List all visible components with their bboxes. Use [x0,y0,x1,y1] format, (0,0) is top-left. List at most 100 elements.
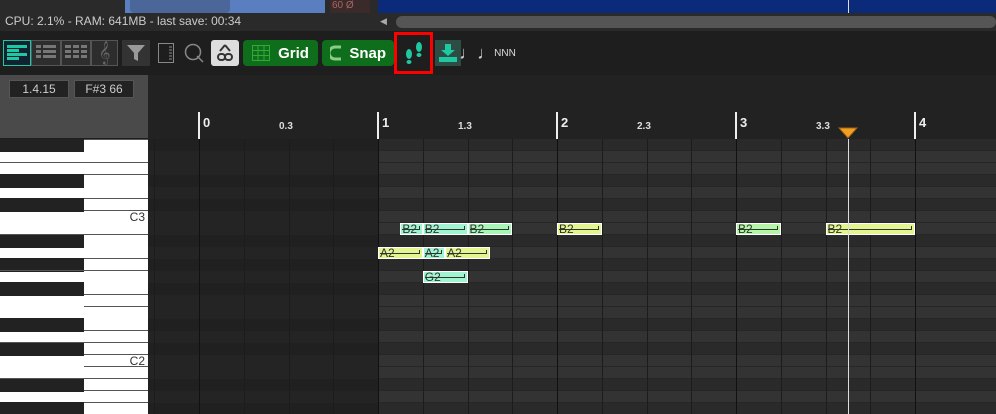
position-field[interactable]: 1.4.15 [9,80,69,98]
note-end [485,250,487,254]
piano-roll-view-button[interactable] [3,40,31,66]
white-key-divider [84,390,148,391]
grid-button[interactable]: Grid [243,40,318,66]
bar-gridline [915,139,916,414]
score-view-button[interactable]: 𝄞 [91,40,118,66]
grid-row-pre [148,283,378,295]
black-key[interactable] [0,139,84,152]
arrangement-clip-inner [130,0,230,13]
beat-gridline [288,139,290,414]
arrangement-region [378,0,996,13]
note[interactable]: G2 [422,271,468,283]
grid-row [378,271,996,283]
track-value: 60 [332,0,344,11]
grid-row [378,355,996,367]
beat-label: 2.3 [637,121,651,132]
grid-row [378,211,996,223]
octave-label: C2 [129,354,145,368]
white-key-divider [0,162,148,163]
note[interactable]: A2 [422,247,446,259]
grid-row [378,403,996,414]
list-view-button[interactable] [31,40,61,66]
piano-keyboard[interactable]: C3 C2 [0,139,148,414]
horizontal-scrollbar[interactable] [396,16,996,28]
note[interactable]: B2 [422,223,468,235]
bar-label: 2 [561,115,569,130]
black-key[interactable] [0,318,84,332]
bar-label: 0 [203,115,211,130]
grid-row-pre [148,223,378,235]
bar-gridline [378,139,379,414]
note-names-label: NNN [494,47,516,59]
beat-label: 1.3 [458,121,472,132]
note-grid[interactable]: B2 B2 B2 B2 B2 B2 A2 A2 A2 G2 [148,139,996,414]
grid-row-pre [148,163,378,175]
panel-icon [158,43,174,63]
black-key[interactable] [0,342,84,356]
mute-icon[interactable]: Ø [346,0,354,11]
grid-icon [65,45,87,58]
note-end [508,226,510,230]
note-end [911,226,912,230]
playhead[interactable] [847,139,849,414]
step-input-button[interactable] [394,32,433,74]
grid-row [378,235,996,247]
note-length-button[interactable]: ♩♩ [459,40,495,66]
note[interactable]: A2 [378,247,423,259]
grid-row-pre [148,403,378,414]
record-to-button[interactable] [435,40,461,66]
white-key-divider [84,139,148,140]
beat-label: 0.3 [279,121,293,132]
scroll-left-icon[interactable]: ◀ [380,16,387,27]
filter-button[interactable] [122,40,150,66]
note[interactable]: B2 [467,223,513,235]
black-key[interactable] [0,234,84,248]
bar-gridline [736,139,737,414]
note[interactable]: B2 [736,223,781,235]
note-label: A2 [447,247,462,259]
piano-roll-icon [7,45,27,60]
note-end [418,226,420,230]
grid-view-button[interactable] [61,40,91,66]
grid-row-pre [148,175,378,187]
bar-line [914,112,916,139]
bar-label: 4 [919,115,927,130]
grid-row-pre [148,139,378,151]
grid-row [378,259,996,271]
note-end [441,250,443,254]
download-tray-icon [439,44,457,62]
note[interactable]: B2 [557,223,602,235]
black-key[interactable] [0,198,84,212]
bar-gridline [557,139,558,414]
panel-button[interactable] [155,40,177,66]
grid-row-pre [148,187,378,199]
black-key[interactable] [0,378,84,392]
beat-gridline [243,139,245,414]
note[interactable]: B2 [825,223,915,235]
grid-row-pre [148,379,378,391]
timeline-ruler[interactable] [148,75,996,139]
note[interactable]: A2 [445,247,490,259]
note-names-button[interactable]: NNN [493,40,517,66]
playhead-marker-icon[interactable] [838,127,858,139]
snap-button[interactable]: Snap [322,40,394,66]
note-label: B2 [469,223,485,235]
black-key[interactable] [0,174,84,188]
beat-gridline [154,139,156,414]
black-key[interactable] [0,402,84,414]
note-end [597,226,599,230]
note-field[interactable]: F#3 66 [74,80,134,98]
beat-gridline [870,139,872,414]
link-button[interactable] [211,40,239,66]
note-label: G2 [424,271,441,283]
track-controls[interactable]: 60 Ø [330,0,370,13]
grid-row-pre [148,247,378,259]
note[interactable]: B2 [400,223,423,235]
note-end [418,250,420,254]
note-end [776,226,778,230]
notes-icon: ♩♩ [459,42,495,63]
beat-gridline [512,139,514,414]
black-key[interactable] [0,282,84,296]
grid-row [378,331,996,343]
quantize-button[interactable] [182,40,206,66]
